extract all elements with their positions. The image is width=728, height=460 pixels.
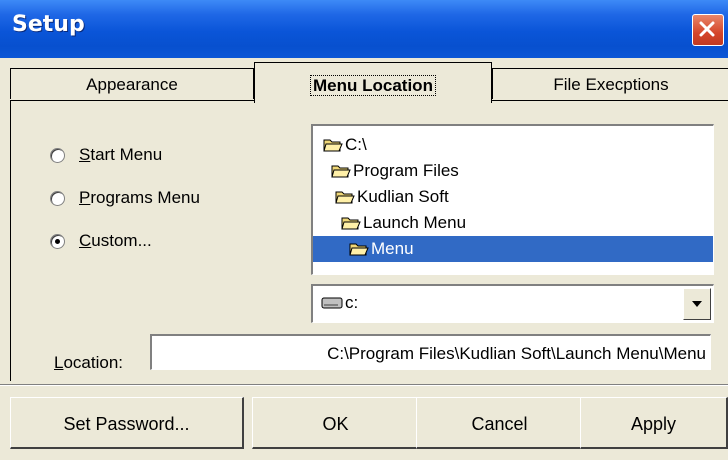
tab-label: Menu Location: [310, 75, 436, 96]
drive-select[interactable]: c:: [311, 284, 714, 323]
ok-button[interactable]: OK: [252, 397, 420, 449]
location-label: Location:: [54, 353, 124, 372]
radio-programs-menu[interactable]: Programs Menu: [50, 187, 200, 209]
tree-item-label: Launch Menu: [363, 213, 467, 232]
drive-label: c:: [345, 293, 359, 312]
divider: [0, 384, 728, 386]
radio-label: Custom...: [79, 231, 152, 250]
tab-label: Appearance: [86, 75, 178, 94]
open-folder-icon: [331, 165, 351, 178]
radio-circle[interactable]: [50, 233, 65, 249]
window-title: Setup: [12, 12, 85, 37]
chevron-down-icon: [692, 301, 702, 307]
tab-appearance[interactable]: Appearance: [10, 68, 254, 99]
open-folder-icon: [335, 191, 355, 204]
open-folder-icon: [341, 217, 361, 230]
radio-circle[interactable]: [50, 190, 65, 206]
cancel-button[interactable]: Cancel: [416, 397, 584, 449]
radio-label: Programs Menu: [79, 188, 200, 207]
tree-item-label: C:\: [345, 135, 367, 154]
dropdown-button[interactable]: [683, 288, 711, 320]
tree-item[interactable]: Kudlian Soft: [335, 184, 449, 210]
tree-item-label: Kudlian Soft: [357, 187, 449, 206]
radio-custom[interactable]: Custom...: [50, 230, 152, 252]
apply-button[interactable]: Apply: [580, 397, 728, 449]
tab-file-exceptions[interactable]: File Execptions: [492, 68, 728, 99]
tree-item[interactable]: Launch Menu: [341, 210, 466, 236]
close-button[interactable]: [692, 14, 724, 46]
open-folder-icon: [349, 243, 369, 256]
tab-menu-location[interactable]: Menu Location: [254, 62, 492, 103]
open-folder-icon: [323, 139, 343, 152]
close-icon: [699, 21, 715, 37]
tree-item-label: Program Files: [353, 161, 459, 180]
radio-label: Start Menu: [79, 145, 163, 164]
tree-item[interactable]: C:\: [323, 132, 367, 158]
tree-item-label: Menu: [371, 239, 414, 258]
radio-start-menu[interactable]: Start Menu: [50, 144, 162, 166]
drive-select-value: c:: [321, 293, 358, 313]
location-field[interactable]: C:\Program Files\Kudlian Soft\Launch Men…: [150, 334, 711, 370]
folder-tree[interactable]: C:\ Program Files Kudlian Soft Launch Me…: [311, 124, 714, 275]
tree-item[interactable]: Program Files: [331, 158, 459, 184]
title-bar[interactable]: Setup: [0, 0, 728, 58]
radio-circle[interactable]: [50, 147, 65, 163]
set-password-button[interactable]: Set Password...: [10, 397, 244, 449]
radio-checked-dot: [55, 238, 60, 244]
drive-icon: [321, 297, 343, 309]
tree-item-selected[interactable]: Menu: [313, 236, 713, 262]
tab-label: File Execptions: [553, 75, 669, 94]
